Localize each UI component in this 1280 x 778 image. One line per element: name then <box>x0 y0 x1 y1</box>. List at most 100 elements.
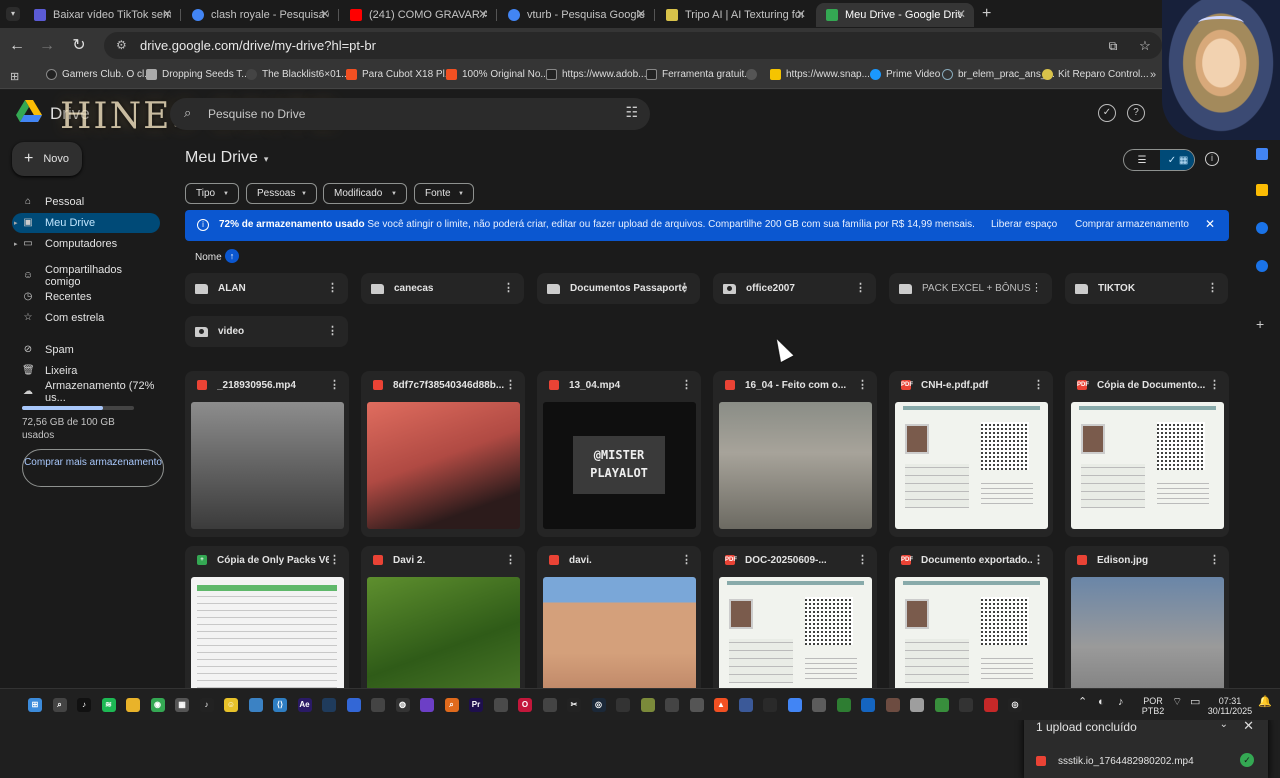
file-explorer-icon[interactable] <box>126 698 140 712</box>
filter-fonte[interactable]: Fonte ▼ <box>414 183 474 204</box>
app-icon[interactable] <box>812 698 826 712</box>
page-title[interactable]: Meu Drive ▾ <box>185 149 268 167</box>
app-icon[interactable] <box>836 698 851 712</box>
folder-item[interactable]: Documentos Passaporte ⋮ <box>537 273 700 304</box>
new-tab-button[interactable]: + <box>982 5 991 23</box>
expand-caret-icon[interactable]: ▸ <box>14 240 18 248</box>
tab-4[interactable]: Tripo AI | AI Texturing for 3D ✕ <box>656 3 814 27</box>
more-options-icon[interactable]: ⋮ <box>1033 378 1044 391</box>
language-indicator[interactable]: POR PTB2 <box>1140 696 1166 716</box>
more-options-icon[interactable]: ⋮ <box>327 281 338 294</box>
file-card[interactable]: 13_04.mp4 ⋮ @MISTER PLAYALOT <box>537 371 701 537</box>
sidebar-item-recentes[interactable]: ◷ Recentes <box>12 287 160 307</box>
tiktok-icon[interactable]: ♪ <box>77 698 91 712</box>
more-options-icon[interactable]: ⋮ <box>679 281 690 294</box>
vscode-icon[interactable]: ⟨⟩ <box>273 698 287 712</box>
folder-item[interactable]: canecas ⋮ <box>361 273 524 304</box>
sidebar-item-lixeira[interactable]: 🗑 Lixeira <box>12 361 160 381</box>
back-icon[interactable]: ← <box>6 35 28 57</box>
notifications-icon[interactable]: 🔔 <box>1258 697 1272 708</box>
buy-storage-link[interactable]: Comprar armazenamento <box>1075 219 1189 230</box>
new-button[interactable]: + Novo <box>12 142 82 176</box>
sort-by-name[interactable]: Nome <box>195 252 222 263</box>
search-tool-icon[interactable]: ⌕ <box>444 698 459 712</box>
search-options-icon[interactable]: ☷ <box>625 104 638 121</box>
install-app-icon[interactable]: ⧉ <box>1102 35 1124 57</box>
battery-icon[interactable]: ▭ <box>1190 697 1200 708</box>
app-icon[interactable] <box>910 698 924 712</box>
tab-search-icon[interactable]: ▾ <box>6 7 20 21</box>
sidebar-item-computadores[interactable]: ▸ ▭ Computadores <box>12 234 160 254</box>
capcut-icon[interactable]: ✂ <box>567 698 581 712</box>
folder-item[interactable]: video ⋮ <box>185 316 348 347</box>
contacts-icon[interactable] <box>1256 260 1268 272</box>
tasks-icon[interactable] <box>1256 222 1268 234</box>
bookmark-item[interactable]: https://www.adob... <box>546 69 647 80</box>
bookmark-item[interactable] <box>746 69 762 80</box>
close-tab-icon[interactable]: ✕ <box>636 7 646 21</box>
sidebar-item-pessoal[interactable]: ⌂ Pessoal <box>12 192 160 212</box>
file-card[interactable]: PDF CNH-e.pdf.pdf ⋮ <box>889 371 1053 537</box>
more-options-icon[interactable]: ⋮ <box>1031 281 1042 294</box>
apps-grid-icon[interactable]: ⊞ <box>10 70 19 83</box>
premiere-icon[interactable]: Pr <box>469 698 483 712</box>
sidebar-item-armazenamento[interactable]: ☁ Armazenamento (72% us... <box>12 380 160 404</box>
folder-item[interactable]: TIKTOK ⋮ <box>1065 273 1228 304</box>
sort-direction-arrow-icon[interactable]: ↑ <box>225 249 239 263</box>
app-icon[interactable] <box>616 698 630 712</box>
show-hidden-icons[interactable]: ⌃ <box>1078 697 1087 708</box>
site-info-icon[interactable]: ⚙ <box>116 38 127 52</box>
tab-3[interactable]: vturb - Pesquisa Google ✕ <box>498 3 654 27</box>
filter-modificado[interactable]: Modificado ▼ <box>323 183 407 204</box>
address-bar[interactable]: ⚙ drive.google.com/drive/my-drive?hl=pt-… <box>104 32 1162 59</box>
filter-pessoas[interactable]: Pessoas ▼ <box>246 183 317 204</box>
obs-icon[interactable]: ◍ <box>395 698 410 712</box>
tab-0[interactable]: Baixar vídeo TikTok sem mar ✕ <box>24 3 180 27</box>
app-icon[interactable] <box>861 698 875 712</box>
expand-caret-icon[interactable]: ▸ <box>14 219 18 227</box>
bookmark-item[interactable]: Prime Video <box>870 69 940 80</box>
app-icon[interactable] <box>640 698 655 712</box>
close-tab-icon[interactable]: ✕ <box>478 7 488 21</box>
volume-icon[interactable]: ♪ <box>1118 697 1124 708</box>
more-options-icon[interactable]: ⋮ <box>857 378 868 391</box>
tab-5-active[interactable]: Meu Drive - Google Drive ✕ <box>816 3 974 27</box>
help-icon[interactable]: ? <box>1127 104 1145 122</box>
after-effects-icon[interactable]: Ae <box>297 698 312 712</box>
bookmark-item[interactable]: Gamers Club. O cl... <box>46 69 153 80</box>
spotify-icon[interactable]: ≋ <box>101 698 116 712</box>
sidebar-item-compartilhados[interactable]: ☺ Compartilhados comigo <box>12 264 160 288</box>
bookmark-item[interactable]: The Blacklist6×01... <box>246 69 350 80</box>
folder-item[interactable]: PACK EXCEL + BÔNUS ⋮ <box>889 273 1052 304</box>
app-icon[interactable] <box>542 698 557 712</box>
more-options-icon[interactable]: ⋮ <box>329 553 340 566</box>
app-icon[interactable] <box>787 698 802 712</box>
list-view-icon[interactable]: ☰ <box>1124 150 1160 170</box>
free-space-link[interactable]: Liberar espaço <box>991 219 1057 230</box>
tab-2[interactable]: (241) COMO GRAVAR A TELA ✕ <box>340 3 496 27</box>
calendar-icon[interactable] <box>1256 148 1268 160</box>
tiktok-live-icon[interactable]: ♪ <box>199 698 214 712</box>
file-card[interactable]: _218930956.mp4 ⋮ <box>185 371 349 537</box>
app-icon[interactable] <box>763 698 777 712</box>
windows-start-icon[interactable]: ⊞ <box>28 698 42 712</box>
bookmark-item[interactable]: Ferramenta gratuit... <box>646 69 753 80</box>
bookmark-item[interactable]: https://www.snap... <box>770 69 870 80</box>
app-icon[interactable] <box>493 698 508 712</box>
bookmark-item[interactable]: Kit Reparo Control... <box>1042 69 1149 80</box>
close-tab-icon[interactable]: ✕ <box>956 7 966 21</box>
app-icon[interactable] <box>934 698 949 712</box>
app-icon[interactable] <box>346 698 361 712</box>
emoji-icon[interactable]: ☺ <box>224 698 238 712</box>
bookmark-star-icon[interactable]: ☆ <box>1134 35 1156 57</box>
wifi-icon[interactable]: ⌔ <box>1172 697 1182 708</box>
buy-storage-button[interactable]: Comprar mais armazenamento <box>22 449 164 487</box>
more-options-icon[interactable]: ⋮ <box>1209 553 1220 566</box>
more-options-icon[interactable]: ⋮ <box>855 281 866 294</box>
view-toggle[interactable]: ☰ ✓ ▦ <box>1123 149 1195 171</box>
app-icon[interactable] <box>983 698 998 712</box>
app-icon[interactable] <box>322 698 336 712</box>
file-card[interactable]: 16_04 - Feito com o... ⋮ <box>713 371 877 537</box>
notepad-icon[interactable] <box>248 698 263 712</box>
app-icon[interactable] <box>738 698 753 712</box>
